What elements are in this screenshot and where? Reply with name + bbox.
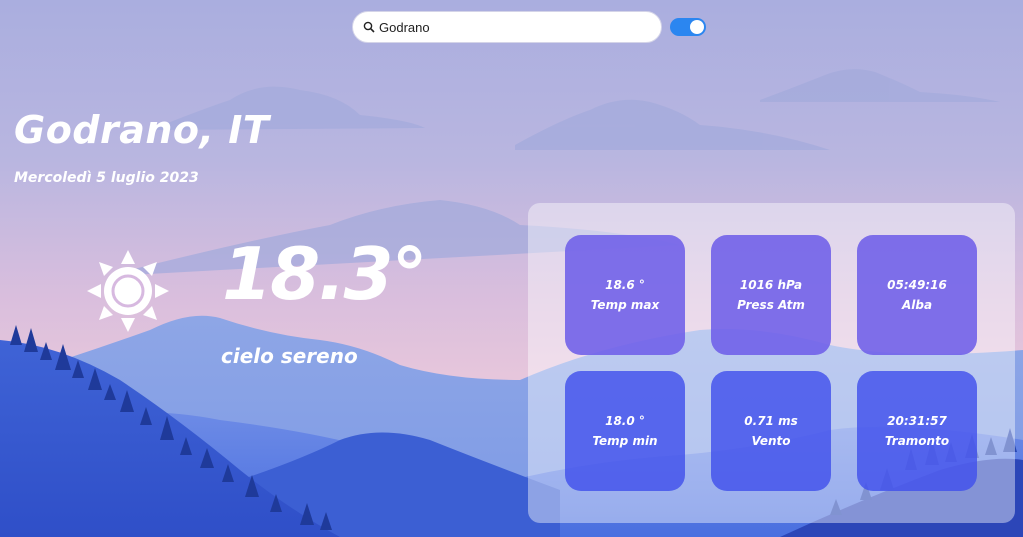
tile-sunrise: 05:49:16 Alba xyxy=(857,235,977,355)
tile-label: Press Atm xyxy=(737,298,805,312)
tile-value: 20:31:57 xyxy=(887,414,947,428)
tile-temp-min: 18.0 ° Temp min xyxy=(565,371,685,491)
toggle-knob xyxy=(690,20,704,34)
tile-pressure: 1016 hPa Press Atm xyxy=(711,235,831,355)
tile-label: Temp min xyxy=(592,434,658,448)
tile-label: Temp max xyxy=(590,298,660,312)
tile-value: 18.0 ° xyxy=(605,414,645,428)
search-input[interactable] xyxy=(379,19,639,35)
current-temperature: 18.3° xyxy=(222,232,428,316)
tile-value: 0.71 ms xyxy=(744,414,798,428)
tile-label: Vento xyxy=(751,434,791,448)
tile-value: 05:49:16 xyxy=(887,278,947,292)
current-date: Mercoledì 5 luglio 2023 xyxy=(14,170,199,186)
city-name: Godrano, IT xyxy=(14,108,270,152)
tile-label: Alba xyxy=(901,298,933,312)
tile-value: 1016 hPa xyxy=(739,278,803,292)
tile-value: 18.6 ° xyxy=(605,278,645,292)
theme-toggle[interactable] xyxy=(670,18,706,36)
tile-temp-max: 18.6 ° Temp max xyxy=(565,235,685,355)
search-bar[interactable] xyxy=(352,11,662,43)
search-icon xyxy=(363,21,375,33)
tile-sunset: 20:31:57 Tramonto xyxy=(857,371,977,491)
sun-icon xyxy=(87,250,169,332)
tile-label: Tramonto xyxy=(884,434,950,448)
weather-description: cielo sereno xyxy=(221,344,358,368)
tile-wind: 0.71 ms Vento xyxy=(711,371,831,491)
details-panel: 18.6 ° Temp max 1016 hPa Press Atm 05:49… xyxy=(528,203,1015,523)
